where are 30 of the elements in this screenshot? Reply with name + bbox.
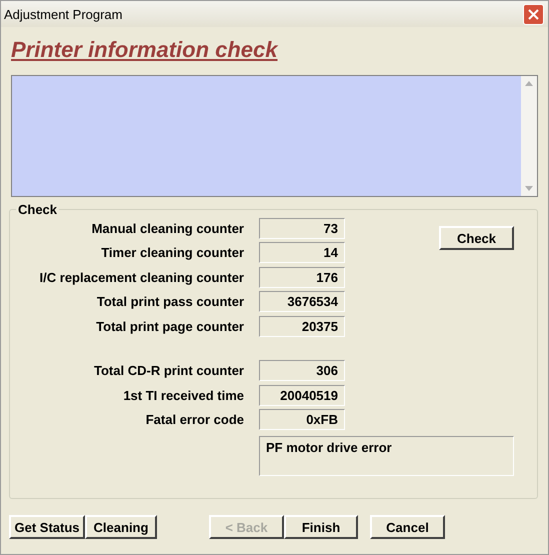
counter-value: 73 <box>259 218 345 239</box>
counter-value: 20040519 <box>259 384 345 406</box>
counter-label: Timer cleaning counter <box>100 245 244 260</box>
error-description: PF motor drive error <box>259 436 514 476</box>
counter-label: I/C replacement cleaning counter <box>38 270 244 285</box>
dialog-button[interactable]: Cleaning <box>85 515 157 539</box>
scroll-down-icon[interactable] <box>525 186 533 191</box>
counter-value: 306 <box>259 360 345 382</box>
close-icon <box>528 8 539 20</box>
scroll-bar[interactable] <box>521 76 537 196</box>
page-heading: Printer information check <box>11 37 280 64</box>
counter-label: Total CD-R print counter <box>93 363 244 378</box>
dialog-button[interactable]: Cancel <box>370 515 445 539</box>
dialog-button[interactable]: Finish <box>284 515 358 539</box>
group-label: Check <box>16 202 60 217</box>
close-button[interactable] <box>523 4 544 24</box>
counter-value: 14 <box>259 242 345 264</box>
counter-label: Fatal error code <box>144 412 244 428</box>
counter-label: Total print page counter <box>95 318 244 334</box>
counter-label: Manual cleaning counter <box>90 220 244 236</box>
check-button[interactable]: Check <box>439 226 514 250</box>
dialog-button[interactable]: Get Status <box>9 515 85 539</box>
counter-label: 1st TI received time <box>122 388 244 403</box>
window-title: Adjustment Program <box>4 6 122 22</box>
counter-value: 0xFB <box>259 409 345 430</box>
counter-value: 176 <box>259 266 345 288</box>
scroll-up-icon[interactable] <box>525 81 533 86</box>
counter-value: 20375 <box>259 316 345 337</box>
counter-value: 3676534 <box>259 291 345 312</box>
counter-label: Total print pass counter <box>96 294 244 310</box>
